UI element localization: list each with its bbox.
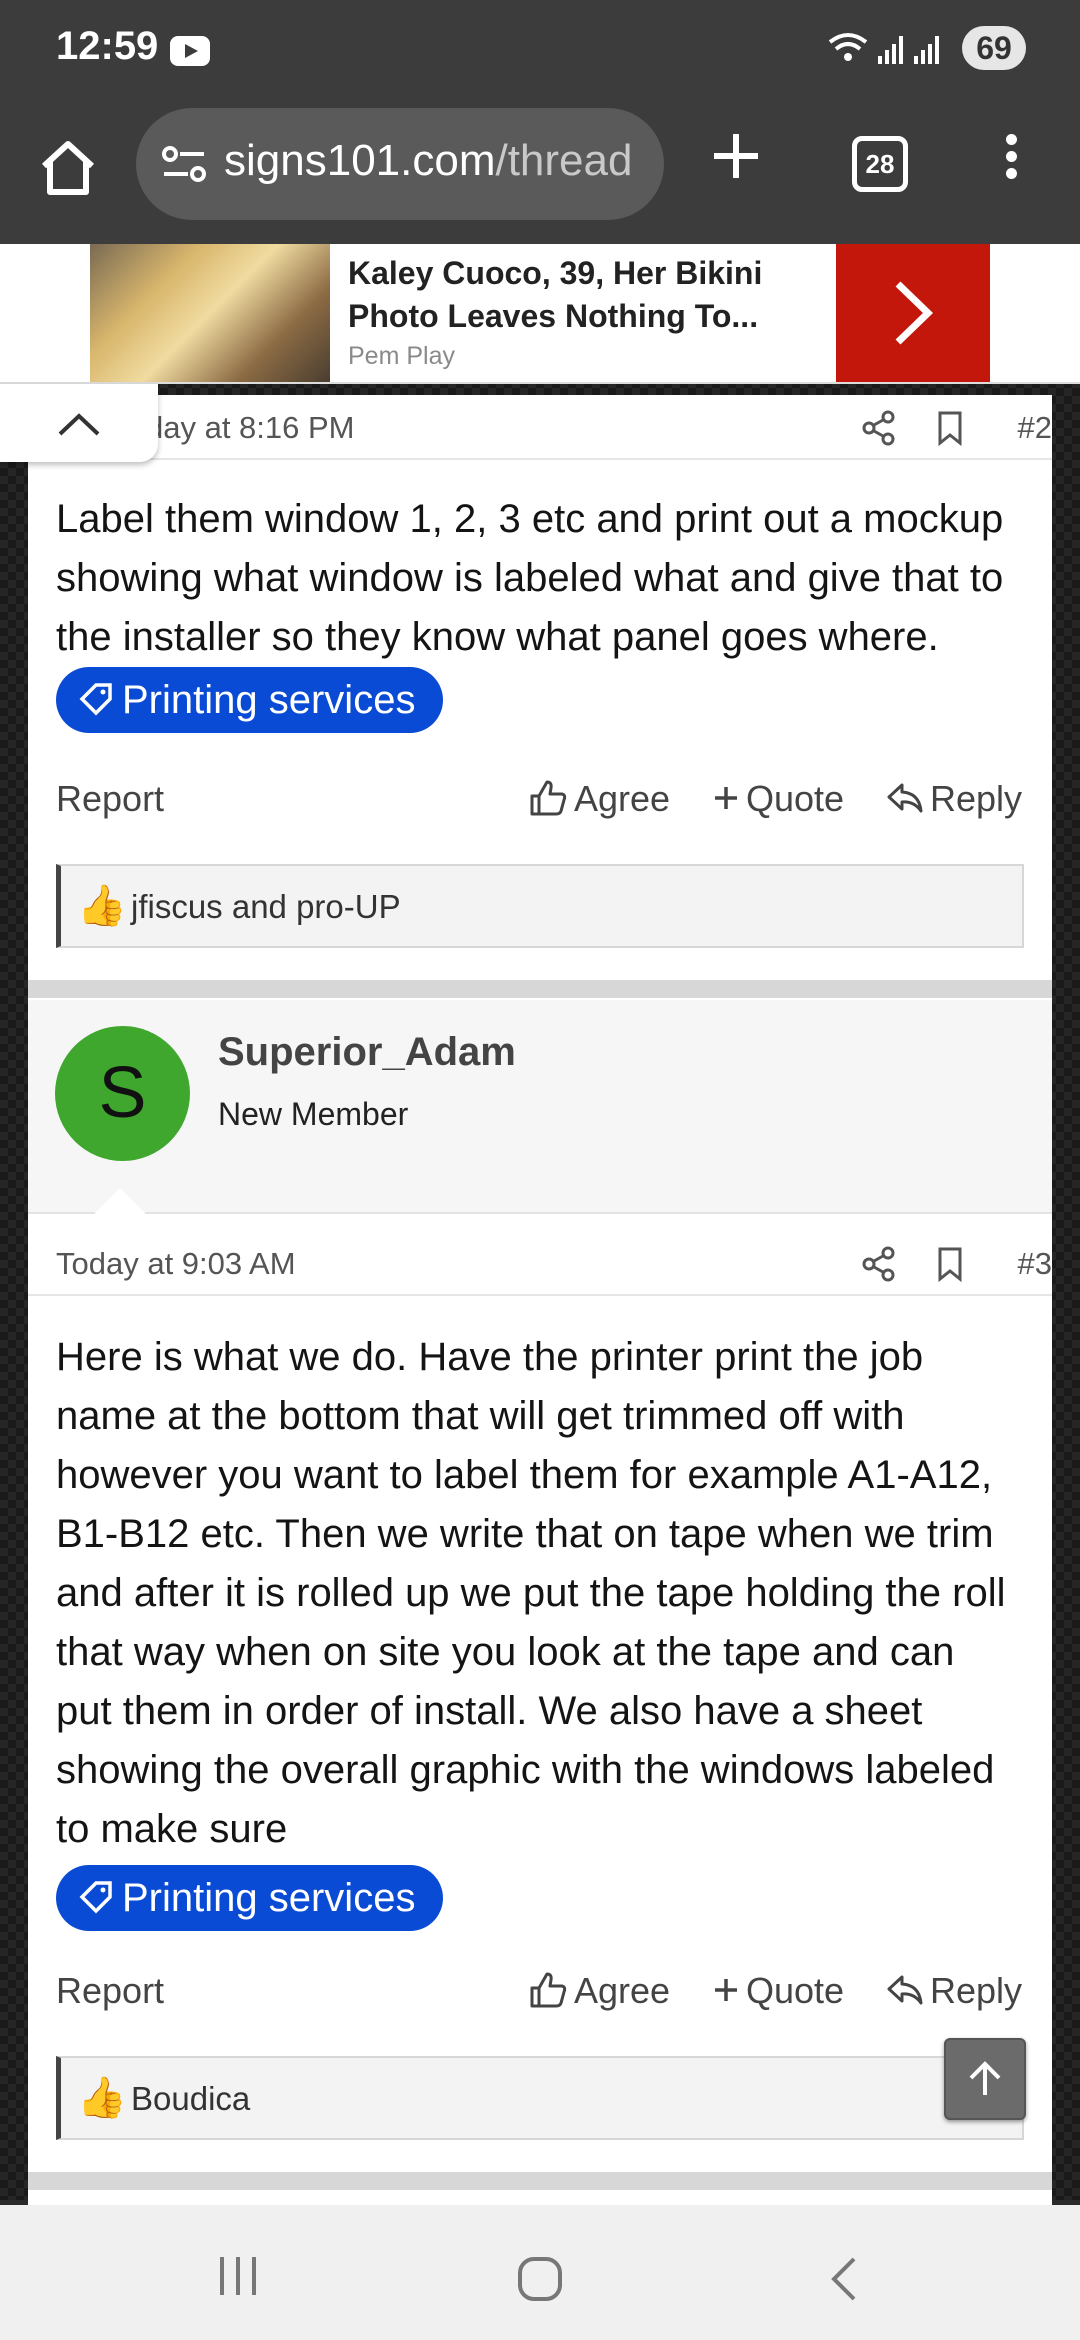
post-actions: Report Agree Quote Reply (56, 770, 1024, 830)
browser-toolbar: signs101.com/thread 28 (0, 100, 1080, 244)
report-button[interactable]: Report (56, 778, 164, 820)
quote-button[interactable]: Quote (712, 1970, 844, 2012)
avatar[interactable]: S (55, 1026, 190, 1161)
back-icon (831, 2257, 856, 2301)
signal-icon (914, 36, 939, 64)
reactions-bar[interactable]: 👍 Boudica (56, 2056, 1024, 2140)
quote-label: Quote (746, 1970, 845, 2011)
post-actions: Report Agree Quote Reply (56, 1962, 1024, 2022)
post-body: Label them window 1, 2, 3 etc and print … (56, 490, 1016, 733)
battery-indicator: 69 (962, 26, 1026, 70)
message-pointer (94, 1188, 146, 1214)
more-menu-button[interactable] (996, 130, 1026, 190)
post-meta-row: day at 8:16 PM #2 (28, 398, 1052, 460)
plus-icon (714, 134, 758, 178)
reactions-bar[interactable]: 👍 jfiscus and pro-UP (56, 864, 1024, 948)
tag-label: Printing services (122, 1876, 416, 1920)
tab-switcher-button[interactable]: 28 (852, 136, 908, 192)
reply-icon (887, 783, 923, 813)
quote-label: Quote (746, 778, 845, 819)
reply-label: Reply (930, 1970, 1023, 2011)
reply-button[interactable]: Reply (886, 778, 1022, 820)
tag-printing-services[interactable]: Printing services (56, 667, 444, 733)
chevron-right-icon (895, 281, 934, 345)
tag-icon (79, 683, 112, 716)
ad-open-button[interactable] (836, 244, 990, 382)
site-settings-icon[interactable] (160, 144, 208, 184)
post-separator (28, 980, 1052, 998)
back-button[interactable] (826, 2255, 860, 2308)
home-circle-icon (518, 2257, 562, 2301)
post-meta-row: Today at 9:03 AM #3 (28, 1234, 1052, 1296)
home-icon (41, 141, 95, 195)
tag-printing-services[interactable]: Printing services (56, 1865, 444, 1931)
status-bar: 12:59 69 (0, 0, 1080, 100)
new-tab-button[interactable] (708, 128, 764, 184)
tag-label: Printing services (122, 678, 416, 722)
home-nav-button[interactable] (516, 2255, 564, 2308)
url-text[interactable]: signs101.com/thread (224, 136, 644, 186)
post-body: Here is what we do. Have the printer pri… (56, 1328, 1016, 1931)
collapse-ad-button[interactable] (0, 384, 158, 462)
reaction-users[interactable]: jfiscus and pro-UP (131, 888, 401, 926)
like-reaction-icon: 👍 (77, 884, 127, 928)
agree-button[interactable]: Agree (528, 1970, 670, 2013)
ad-source: Pem Play (348, 342, 455, 370)
agree-label: Agree (574, 778, 671, 819)
reply-label: Reply (930, 778, 1023, 819)
reaction-users[interactable]: Boudica (131, 2080, 250, 2118)
post-date[interactable]: Today at 9:03 AM (56, 1246, 296, 1282)
scroll-to-top-button[interactable] (944, 2038, 1026, 2120)
recents-button[interactable] (216, 2255, 260, 2302)
bookmark-icon[interactable] (936, 410, 964, 454)
url-domain: signs101.com (224, 136, 496, 185)
url-path: /thread (495, 136, 633, 185)
user-title: New Member (218, 1096, 409, 1132)
thumbs-up-icon (530, 780, 567, 816)
reply-icon (887, 1975, 923, 2005)
wifi-icon (826, 28, 946, 77)
plus-icon (715, 1979, 737, 2002)
plus-icon (715, 787, 737, 810)
signal-icon (878, 36, 903, 64)
share-icon[interactable] (862, 410, 896, 454)
ad-image[interactable] (90, 244, 330, 382)
more-icon (1005, 134, 1017, 145)
recents-icon (220, 2257, 256, 2295)
post-body-text: Here is what we do. Have the printer pri… (56, 1335, 1006, 1851)
home-button[interactable] (36, 136, 100, 200)
url-bar[interactable]: signs101.com/thread (136, 108, 664, 220)
share-icon[interactable] (862, 1246, 896, 1290)
post-separator (28, 2172, 1052, 2190)
thumbs-up-icon (530, 1972, 567, 2008)
quote-button[interactable]: Quote (712, 778, 844, 820)
username[interactable]: Superior_Adam (218, 1030, 516, 1075)
post-number[interactable]: #2 (1018, 410, 1052, 446)
post-author-block: S Superior_Adam New Member (28, 1000, 1052, 1214)
bookmark-icon[interactable] (936, 1246, 964, 1290)
ad-banner[interactable]: Kaley Cuoco, 39, Her Bikini Photo Leaves… (0, 244, 1080, 384)
agree-button[interactable]: Agree (528, 778, 670, 821)
status-time: 12:59 (56, 24, 159, 68)
agree-label: Agree (574, 1970, 671, 2011)
youtube-icon (170, 36, 210, 66)
like-reaction-icon: 👍 (77, 2076, 127, 2120)
reply-button[interactable]: Reply (886, 1970, 1022, 2012)
post-number[interactable]: #3 (1018, 1246, 1052, 1282)
arrow-up-icon (969, 2061, 1001, 2095)
post-body-text: Label them window 1, 2, 3 etc and print … (56, 497, 1004, 659)
report-button[interactable]: Report (56, 1970, 164, 2012)
tag-icon (79, 1881, 112, 1914)
post-date[interactable]: day at 8:16 PM (146, 410, 355, 446)
system-nav-bar (0, 2205, 1080, 2340)
ad-title[interactable]: Kaley Cuoco, 39, Her Bikini Photo Leaves… (348, 252, 798, 338)
chevron-up-icon (58, 413, 100, 436)
